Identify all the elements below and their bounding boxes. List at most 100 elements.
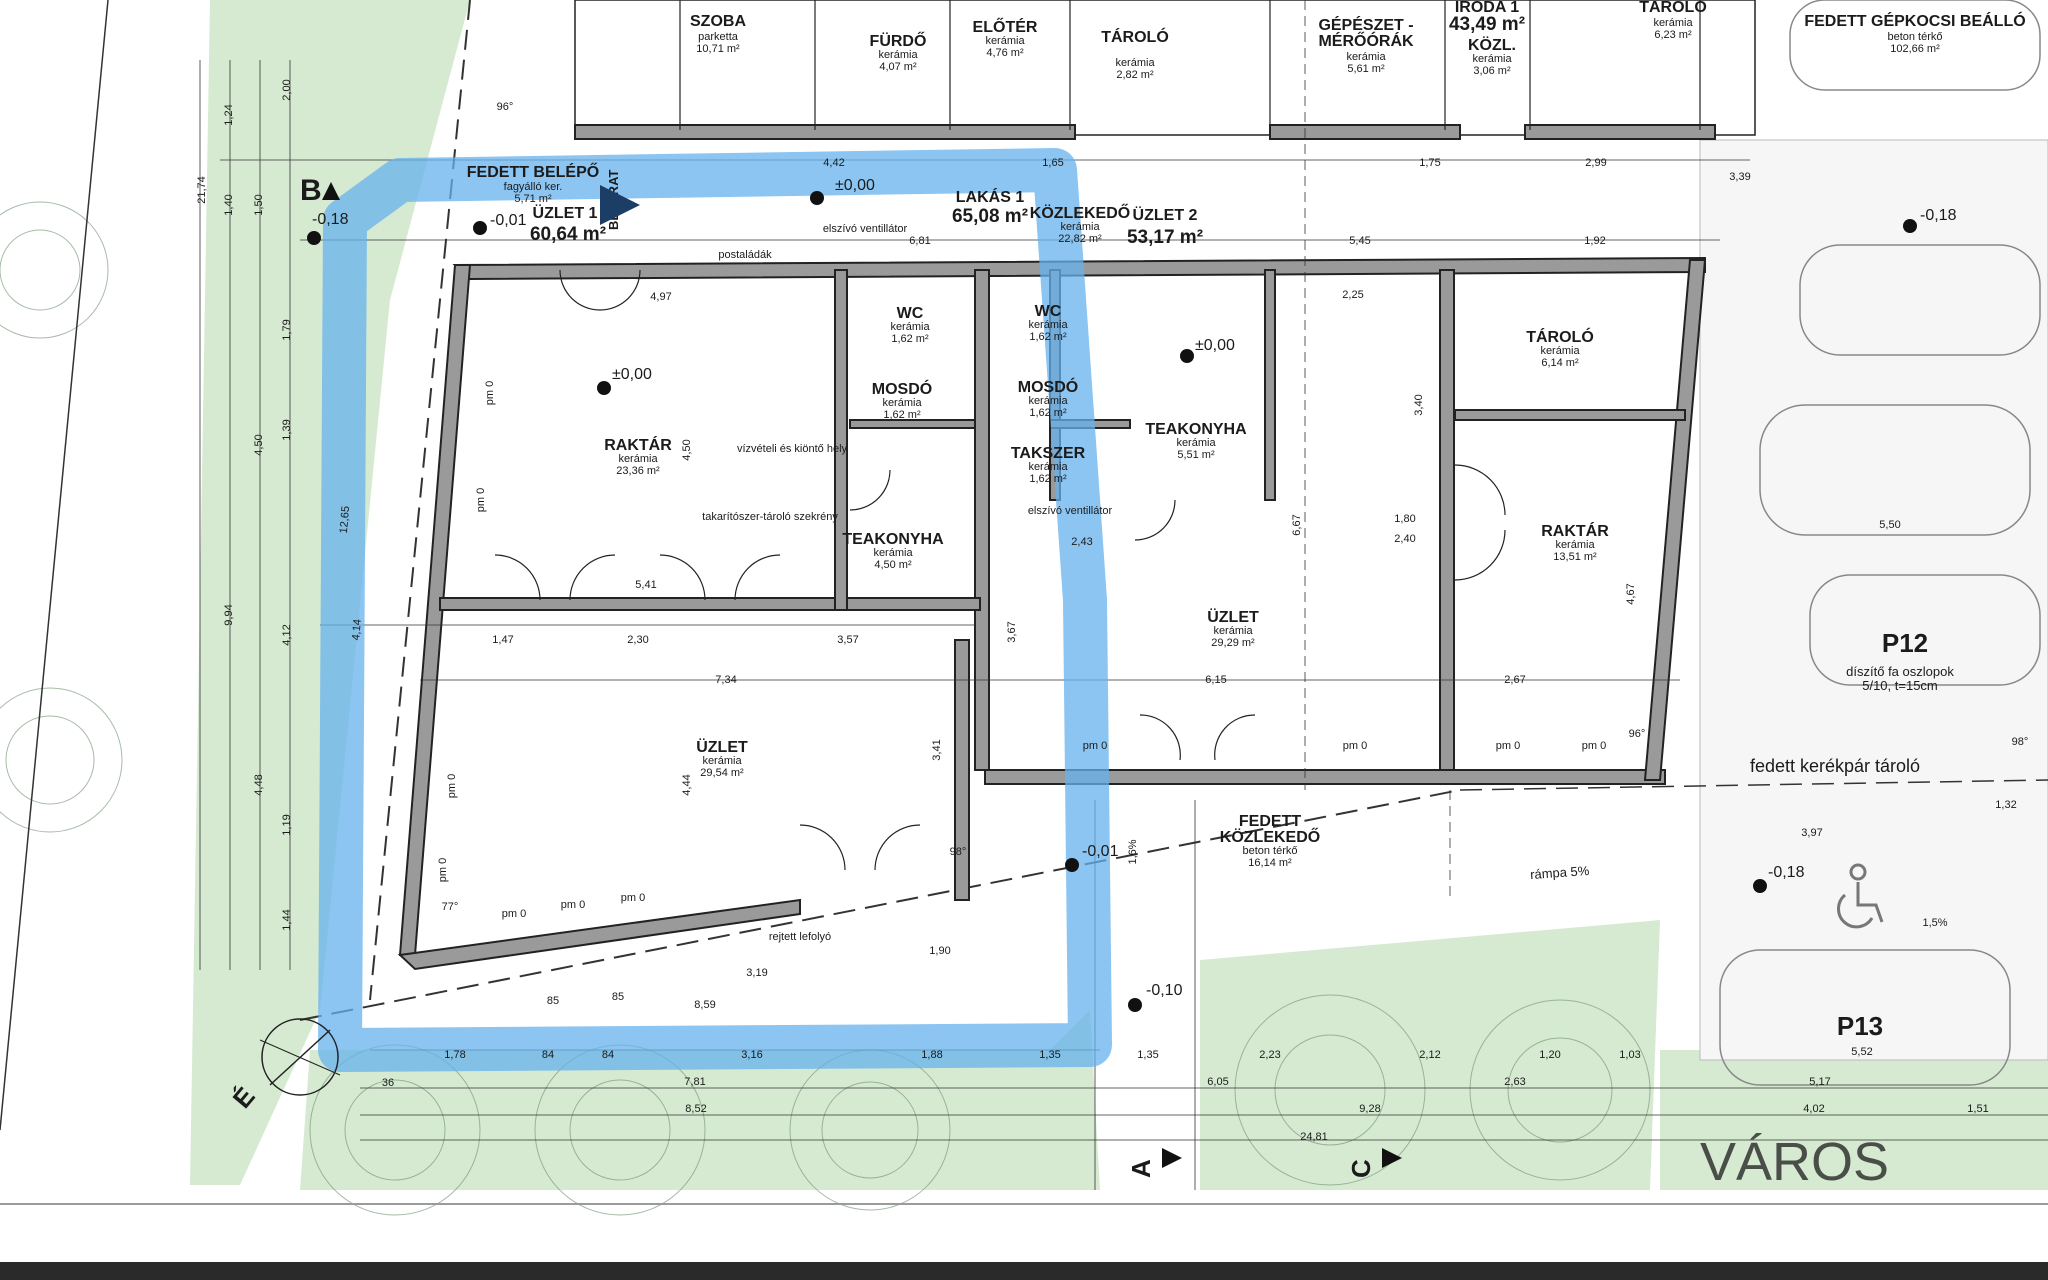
section-marker-c: C [1346,1159,1376,1178]
room-name: FEDETT [1239,813,1301,830]
level-value: -0,10 [1146,982,1183,999]
parking-pavement [1699,139,2048,1061]
room-area: 53,17 m² [1127,227,1203,248]
dim: 77° [442,901,459,913]
room-name: WC [1035,303,1062,320]
dim: 4,50 [253,434,265,455]
dim: 1,47 [492,634,513,646]
room-name: ÜZLET [1207,607,1259,626]
hidden-drain-label: rejtett lefolyó [769,931,831,943]
dim: 4,02 [1803,1103,1824,1115]
room-name: MOSDÓ [872,379,932,398]
room-area: 10,71 m² [696,43,740,55]
dim: 1,35 [1137,1049,1158,1061]
room-area: 13,51 m² [1553,551,1597,563]
watermark-text: VÁROS [1700,1132,1889,1192]
room-area: 6,14 m² [1541,357,1579,369]
room-name: TÁROLÓ [1101,27,1169,46]
room-finish: kerámia [890,321,930,333]
room-iroda: IRODA 1 43,49 m² [1449,0,1525,35]
dim: 1,80 [1394,513,1415,525]
room-finish: kerámia [878,49,918,61]
room-name: ELŐTÉR [973,17,1038,36]
room-area: 1,62 m² [891,333,929,345]
room-name: SZOBA [690,13,746,30]
room-name: RAKTÁR [1541,521,1609,540]
dim: 96° [497,101,514,113]
dim: 2,99 [1585,157,1606,169]
dim: 5,50 [1879,519,1900,531]
window-label: pm 0 [502,908,526,920]
dim: 1,92 [1584,235,1605,247]
dim: 2,25 [1342,289,1363,301]
dim: 2,00 [281,79,293,100]
dim: 4,42 [823,157,844,169]
room-name: ÜZLET 1 [533,203,598,222]
dim: 1,24 [223,104,235,125]
level-value: ±0,00 [1195,337,1235,354]
room-name: KÖZL. [1468,35,1516,54]
room-name-line2: KÖZLEKEDŐ [1220,827,1320,846]
window-label: pm 0 [561,899,585,911]
room-finish: kerámia [1115,57,1155,69]
dim: 1,88 [921,1049,942,1061]
dim: 1,39 [281,419,293,440]
water-point-label: vízvételi és kiöntő hely [737,443,848,455]
room-finish: kerámia [1540,345,1580,357]
dim: 2,40 [1394,533,1415,545]
wooden-columns-label: díszítő fa oszlopok [1846,664,1954,679]
dim: 24,81 [1300,1131,1328,1143]
room-finish: kerámia [1060,221,1100,233]
room-area: 6,23 m² [1654,29,1692,41]
dim: 98° [2012,736,2029,748]
postbox-label: postaládák [718,249,772,261]
dim: 21,74 [196,176,208,204]
dim: 6,05 [1207,1076,1228,1088]
room-finish: kerámia [1346,51,1386,63]
dim: 1,90 [929,945,950,957]
dim: 3,41 [931,739,943,760]
parking-p12: P12 [1882,628,1928,658]
bottom-bar [0,1262,2048,1280]
dim: 8,52 [685,1103,706,1115]
room-finish: kerámia [1213,625,1253,637]
room-area: 22,82 m² [1058,233,1102,245]
dim: 1,78 [444,1049,465,1061]
window-label: pm 0 [437,858,449,882]
bike-storage-label: fedett kerékpár tároló [1750,756,1920,776]
dim: 2,30 [627,634,648,646]
dim: 3,39 [1729,171,1750,183]
window-label: pm 0 [475,488,487,512]
dim: 6,81 [909,235,930,247]
dim: 5,52 [1851,1046,1872,1058]
room-area: 4,07 m² [879,61,917,73]
room-finish: kerámia [1555,539,1595,551]
dim: 2,63 [1504,1076,1525,1088]
dim: 7,81 [684,1076,705,1088]
dim: 85 [612,991,624,1003]
dim: 5,41 [635,579,656,591]
dim: 7,34 [715,674,736,686]
dim: 1,35 [1039,1049,1060,1061]
window-label: pm 0 [1343,740,1367,752]
room-finish: fagyálló ker. [504,181,563,193]
dim: 1,32 [1995,799,2016,811]
section-marker-b: B [300,174,322,207]
dim: 3,67 [1006,621,1018,642]
level-value: -0,18 [1768,864,1805,881]
unit-uzlet1: ÜZLET 1 60,64 m² [530,203,606,245]
room-area: 5,51 m² [1177,449,1215,461]
room-name: WC [897,305,924,322]
room-finish: kerámia [1028,319,1068,331]
dim: 8,59 [694,999,715,1011]
dim: 4,67 [1625,583,1637,604]
room-finish: kerámia [1472,53,1512,65]
dim: 12,65 [338,506,352,534]
dim: 4,44 [681,774,693,795]
room-name: FEDETT BELÉPŐ [467,162,599,181]
window-label: pm 0 [1582,740,1606,752]
window-label: pm 0 [484,381,496,405]
dim: 4,48 [253,774,265,795]
room-name: ÜZLET [696,737,748,756]
fan-label-2: elszívó ventillátor [1028,505,1113,517]
